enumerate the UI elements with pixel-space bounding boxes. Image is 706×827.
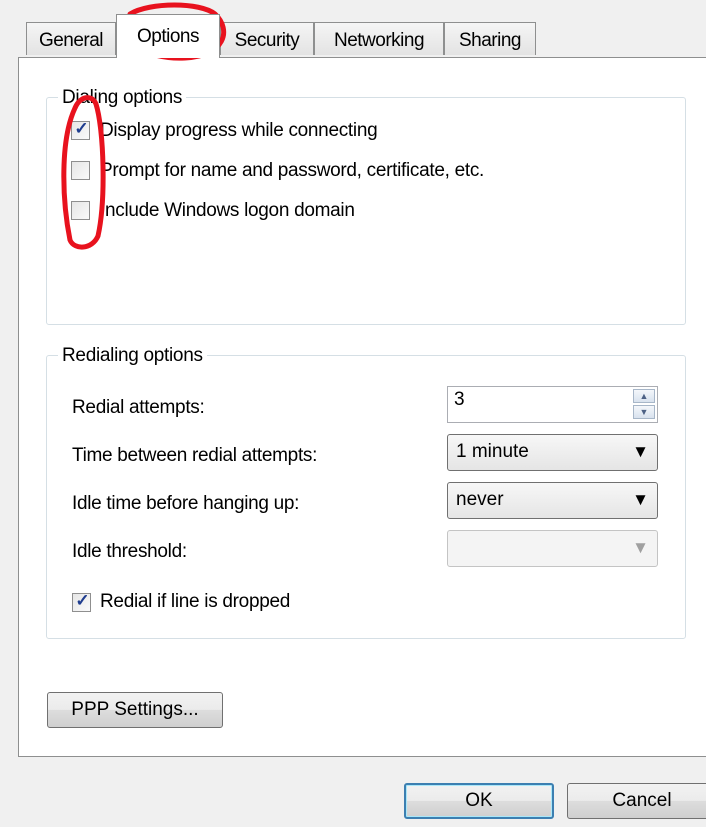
prompt-name-password-checkbox[interactable] xyxy=(71,161,90,180)
tab-general[interactable]: General xyxy=(26,22,116,55)
dialing-options-title: Dialing options xyxy=(58,87,187,109)
tab-networking[interactable]: Networking xyxy=(314,22,444,55)
redial-if-dropped-label: Redial if line is dropped xyxy=(100,591,291,612)
redial-if-dropped-checkbox[interactable]: ✓ xyxy=(72,591,91,612)
include-logon-domain-label: Include Windows logon domain xyxy=(100,200,355,221)
tab-sharing[interactable]: Sharing xyxy=(444,22,536,55)
dialog-background xyxy=(0,0,706,22)
redialing-options-title: Redialing options xyxy=(58,345,207,367)
include-logon-domain-checkbox[interactable] xyxy=(71,201,90,220)
idle-time-select[interactable]: never ▼ xyxy=(447,482,658,519)
display-progress-checkbox[interactable]: ✓ xyxy=(71,119,90,140)
chevron-down-icon: ▼ xyxy=(632,490,649,509)
spin-down-icon[interactable]: ▼ xyxy=(633,405,655,419)
chevron-down-icon: ▼ xyxy=(632,538,649,557)
redial-attempts-field[interactable]: 3 ▲ ▼ xyxy=(447,386,658,423)
display-progress-label: Display progress while connecting xyxy=(100,120,378,141)
tab-options[interactable]: Options xyxy=(116,14,220,58)
time-between-attempts-value: 1 minute xyxy=(456,441,529,462)
redial-attempts-value: 3 xyxy=(454,389,465,410)
checkmark-icon: ✓ xyxy=(75,591,90,610)
idle-threshold-label: Idle threshold: xyxy=(72,541,187,562)
time-between-attempts-label: Time between redial attempts: xyxy=(72,445,318,466)
redial-attempts-spinner[interactable]: ▲ ▼ xyxy=(633,389,655,420)
redial-attempts-label: Redial attempts: xyxy=(72,397,205,418)
ppp-settings-button[interactable]: PPP Settings... xyxy=(47,692,223,728)
idle-time-label: Idle time before hanging up: xyxy=(72,493,300,514)
ok-button[interactable]: OK xyxy=(404,783,554,819)
time-between-attempts-select[interactable]: 1 minute ▼ xyxy=(447,434,658,471)
checkmark-icon: ✓ xyxy=(74,119,89,138)
prompt-name-password-label: Prompt for name and password, certificat… xyxy=(100,160,485,181)
spin-up-icon[interactable]: ▲ xyxy=(633,389,655,403)
chevron-down-icon: ▼ xyxy=(632,442,649,461)
cancel-button[interactable]: Cancel xyxy=(567,783,706,819)
idle-time-value: never xyxy=(456,489,504,510)
idle-threshold-select: ▼ xyxy=(447,530,658,567)
tab-security[interactable]: Security xyxy=(220,22,314,55)
